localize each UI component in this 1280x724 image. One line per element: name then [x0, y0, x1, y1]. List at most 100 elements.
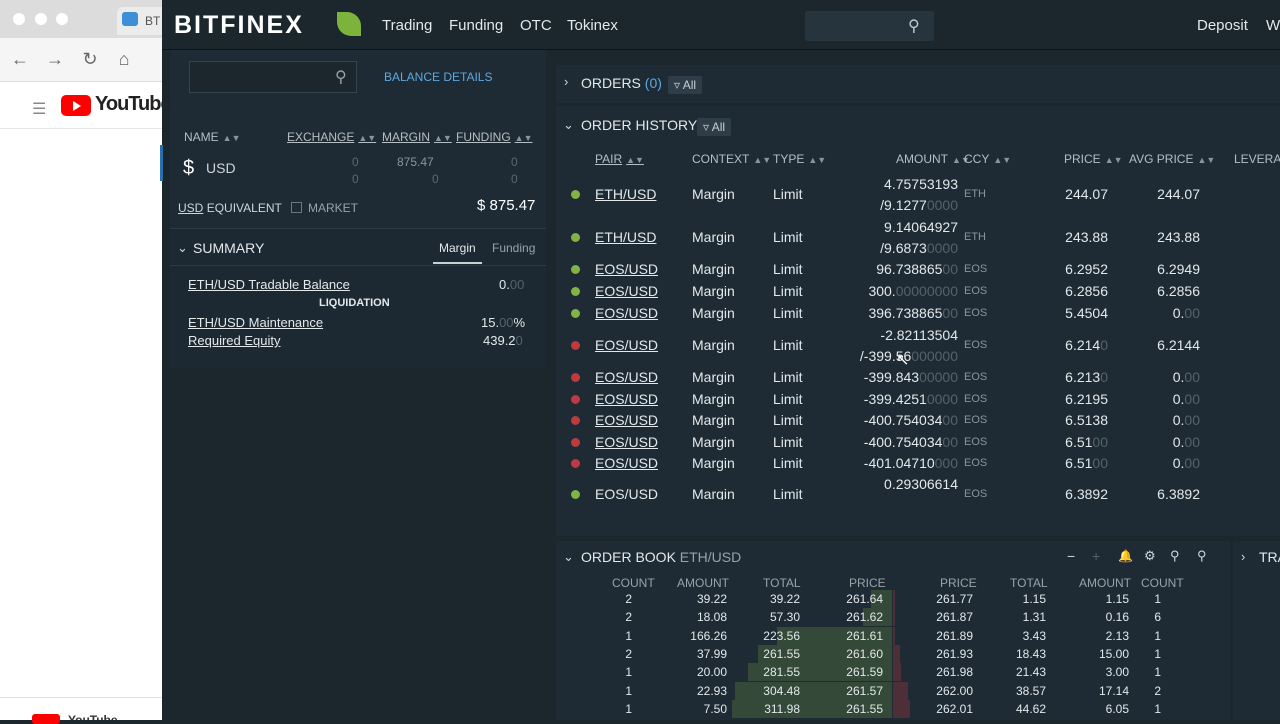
collapse-order-book-icon[interactable]: ⌄ — [563, 549, 574, 565]
avg-price: 6.2144 — [1157, 337, 1200, 353]
order-history-row[interactable]: EOS/USD Margin Limit -2.82113504/-399.56000… — [556, 327, 1280, 364]
avg-price: 243.88 — [1157, 229, 1200, 245]
currency: EOS — [964, 339, 988, 351]
avg-price: 0.00 — [1172, 305, 1200, 321]
order-type: Limit — [773, 261, 803, 277]
pair-link[interactable]: EOS/USD — [595, 337, 658, 353]
order-history-row[interactable]: EOS/USD Margin Limit 96.73886500 EOS 6.2952 6.… — [556, 259, 1280, 279]
context: Margin — [692, 229, 735, 245]
amount: -401.04710000 — [863, 455, 958, 471]
status-dot — [571, 373, 580, 382]
status-dot — [571, 459, 580, 468]
amount: 0.29306614 — [884, 476, 958, 492]
order-book-title: ORDER BOOK ETH/USD — [581, 549, 742, 565]
order-type: Limit — [773, 412, 803, 428]
zoom-in-icon[interactable]: ⚲ — [1197, 548, 1207, 564]
decrease-precision-icon[interactable]: − — [1067, 548, 1075, 564]
currency: EOS — [964, 457, 988, 469]
order-history-row[interactable]: EOS/USD Margin Limit 0.29306614 EOS 6.3892 6.3… — [556, 476, 1280, 500]
currency: EOS — [964, 263, 988, 275]
currency: EOS — [964, 414, 988, 426]
pair-link[interactable]: EOS/USD — [595, 283, 658, 299]
pair-link[interactable]: EOS/USD — [595, 486, 658, 500]
order-type: Limit — [773, 434, 803, 450]
expand-trades-icon[interactable]: › — [1241, 549, 1245, 564]
pair-link[interactable]: EOS/USD — [595, 261, 658, 277]
order-history-row[interactable]: EOS/USD Margin Limit 396.73886500 EOS 5.4504 0… — [556, 303, 1280, 323]
amount: 4.75753193 — [884, 176, 958, 192]
context: Margin — [692, 337, 735, 353]
mouse-cursor-icon: ↖ — [896, 352, 910, 369]
pair-link[interactable]: EOS/USD — [595, 434, 658, 450]
zoom-out-icon[interactable]: ⚲ — [1170, 548, 1180, 564]
amount: 396.73886500 — [868, 305, 958, 321]
order-history-row[interactable]: EOS/USD Margin Limit 300.00000000 EOS 6.2856 6… — [556, 281, 1280, 301]
amount-filled: /9.68730000 — [880, 240, 958, 256]
avg-price: 0.00 — [1172, 369, 1200, 385]
increase-precision-icon[interactable]: + — [1092, 548, 1100, 564]
status-dot — [571, 309, 580, 318]
currency: EOS — [964, 393, 988, 405]
status-dot — [571, 395, 580, 404]
order-history-row[interactable]: EOS/USD Margin Limit -400.75403400 EOS 6.5100… — [556, 432, 1280, 452]
amount: 96.73886500 — [876, 261, 958, 277]
order-type: Limit — [773, 337, 803, 353]
context: Margin — [692, 455, 735, 471]
pair-link[interactable]: ETH/USD — [595, 229, 656, 245]
pair-link[interactable]: EOS/USD — [595, 305, 658, 321]
price: 6.2856 — [1065, 283, 1108, 299]
status-dot — [571, 287, 580, 296]
pair-link[interactable]: EOS/USD — [595, 455, 658, 471]
order-type: Limit — [773, 305, 803, 321]
avg-price: 244.07 — [1157, 186, 1200, 202]
avg-price: 0.00 — [1172, 434, 1200, 450]
ob-ask-col-count: COUNT — [1141, 576, 1184, 590]
amount: -399.42510000 — [863, 391, 958, 407]
pair-link[interactable]: EOS/USD — [595, 412, 658, 428]
context: Margin — [692, 261, 735, 277]
order-history-row[interactable]: EOS/USD Margin Limit -399.42510000 EOS 6.2195… — [556, 389, 1280, 409]
amount-filled: /9.12770000 — [880, 197, 958, 213]
price: 6.2130 — [1065, 369, 1108, 385]
price: 6.3892 — [1065, 486, 1108, 500]
order-book-panel — [556, 541, 1230, 720]
amount: -400.75403400 — [863, 412, 958, 428]
amount: -2.82113504 — [880, 327, 958, 343]
youtube-dock-icon[interactable] — [32, 714, 60, 724]
order-history-row[interactable]: EOS/USD Margin Limit -401.04710000 EOS 6.5100… — [556, 453, 1280, 473]
currency: EOS — [964, 436, 988, 448]
order-type: Limit — [773, 391, 803, 407]
price: 243.88 — [1065, 229, 1108, 245]
status-dot — [571, 416, 580, 425]
context: Margin — [692, 283, 735, 299]
ob-ask-col-total: TOTAL — [1010, 576, 1048, 590]
currency: EOS — [964, 285, 988, 297]
order-history-row[interactable]: EOS/USD Margin Limit -400.75403400 EOS 6.5138… — [556, 410, 1280, 430]
price: 5.4504 — [1065, 305, 1108, 321]
order-history-row[interactable]: ETH/USD Margin Limit 4.75753193/9.12770000 E… — [556, 176, 1280, 213]
amount: 300.00000000 — [868, 283, 958, 299]
ob-bid-col-price: PRICE — [849, 576, 886, 590]
pair-link[interactable]: EOS/USD — [595, 369, 658, 385]
trades-title: TRA — [1259, 549, 1280, 565]
order-history-row[interactable]: EOS/USD Margin Limit -399.84300000 EOS 6.2130… — [556, 367, 1280, 387]
bell-icon[interactable]: 🔔 — [1118, 549, 1133, 563]
order-history-rows: ETH/USD Margin Limit 4.75753193/9.12770000 E… — [0, 0, 1280, 500]
amount: -399.84300000 — [863, 369, 958, 385]
order-type: Limit — [773, 455, 803, 471]
price: 244.07 — [1065, 186, 1108, 202]
amount: -400.75403400 — [863, 434, 958, 450]
currency: EOS — [964, 371, 988, 383]
order-type: Limit — [773, 486, 803, 500]
order-history-row[interactable]: ETH/USD Margin Limit 9.14064927/9.68730000 E… — [556, 219, 1280, 256]
price: 6.5138 — [1065, 412, 1108, 428]
context: Margin — [692, 412, 735, 428]
avg-price: 0.00 — [1172, 455, 1200, 471]
context: Margin — [692, 305, 735, 321]
pair-link[interactable]: ETH/USD — [595, 186, 656, 202]
ob-bid-col-total: TOTAL — [763, 576, 801, 590]
pair-link[interactable]: EOS/USD — [595, 391, 658, 407]
order-type: Limit — [773, 369, 803, 385]
amount: 9.14064927 — [884, 219, 958, 235]
gear-icon[interactable]: ⚙ — [1144, 548, 1156, 564]
